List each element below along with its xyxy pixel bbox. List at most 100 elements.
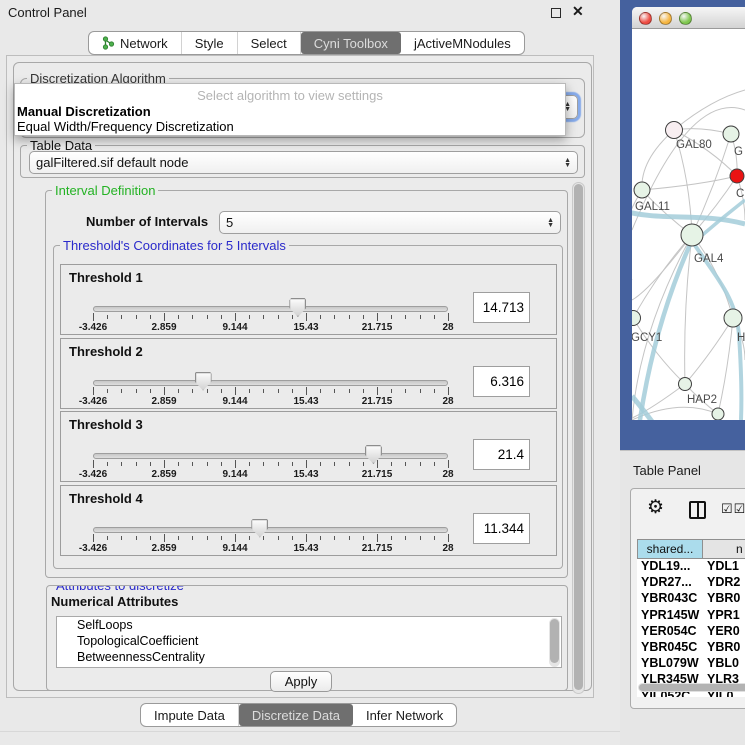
dropdown-option-equal-width[interactable]: Equal Width/Frequency Discretization [17, 119, 234, 134]
threshold-value-field[interactable]: 11.344 [473, 513, 530, 544]
slider-tick [249, 389, 250, 393]
table-data-combobox[interactable]: galFiltered.sif default node ▲▼ [29, 151, 578, 174]
threshold-label: Threshold 3 [69, 417, 143, 432]
cell-name: YBR0 [703, 591, 740, 607]
close-traffic-light[interactable] [639, 12, 652, 25]
tab-style[interactable]: Style [182, 32, 238, 54]
float-icon[interactable] [551, 8, 561, 18]
table-row[interactable]: YDR27...YDR2 [637, 575, 745, 591]
attributes-list-scrollbar[interactable] [549, 618, 560, 667]
attribute-list-item[interactable]: TopologicalCoefficient [57, 633, 561, 649]
tab-jactivemnodules[interactable]: jActiveMNodules [401, 32, 524, 54]
tab-label: Select [251, 36, 287, 51]
slider-tick [235, 534, 236, 542]
threshold-value-field[interactable]: 6.316 [473, 366, 530, 397]
threshold-3-panel: Threshold 3-3.4262.8599.14415.4321.71528… [60, 411, 557, 482]
network-canvas[interactable]: GAL80GCGAL11GAL4GCY1HHAP2 [632, 29, 745, 420]
tab-cyni-toolbox[interactable]: Cyni Toolbox [301, 32, 401, 54]
minimize-traffic-light[interactable] [659, 12, 672, 25]
threshold-value-field[interactable]: 14.713 [473, 292, 530, 323]
slider-tick [178, 315, 179, 319]
network-edge-thick[interactable] [632, 396, 672, 420]
slider-tick-label: 28 [442, 469, 453, 480]
slider-tick [93, 313, 94, 321]
slider-thumb[interactable] [365, 445, 382, 464]
network-edge[interactable] [674, 90, 745, 130]
node-attribute-table[interactable]: shared... n YDL19...YDL1YDR27...YDR2YBR0… [637, 539, 745, 697]
network-node-label: GCY1 [632, 332, 662, 344]
scrollbar-thumb[interactable] [639, 684, 745, 691]
slider-tick [164, 387, 165, 395]
tab-infer-network[interactable]: Infer Network [353, 704, 456, 726]
network-node[interactable] [712, 408, 724, 420]
slider-tick-label: -3.426 [79, 469, 107, 480]
slider-tick [349, 462, 350, 466]
slider-tick-label: 28 [442, 396, 453, 407]
table-row[interactable]: YBL079WYBL0 [637, 656, 745, 672]
network-window-titlebar[interactable] [632, 7, 745, 29]
slider-tick-label: 21.715 [362, 469, 393, 480]
network-node-c[interactable] [730, 169, 744, 183]
network-node-hap2[interactable] [679, 378, 692, 391]
slider-thumb[interactable] [251, 519, 268, 538]
attribute-list-item[interactable]: SelfLoops [57, 617, 561, 633]
slider-tick [377, 534, 378, 542]
table-row[interactable]: YPR145WYPR1 [637, 608, 745, 624]
tab-network[interactable]: Network [89, 32, 182, 54]
split-column-icon[interactable] [689, 501, 706, 519]
network-edge[interactable] [718, 318, 733, 414]
tab-impute-data[interactable]: Impute Data [141, 704, 239, 726]
slider-tick [164, 534, 165, 542]
close-icon[interactable]: ✕ [572, 3, 584, 20]
network-edge[interactable] [642, 130, 674, 190]
network-node-gal80[interactable] [666, 122, 683, 139]
table-horizontal-scrollbar[interactable] [638, 683, 745, 692]
slider-tick [363, 315, 364, 319]
zoom-traffic-light[interactable] [679, 12, 692, 25]
table-row[interactable]: YER054CYER0 [637, 624, 745, 640]
network-node-g[interactable] [723, 126, 739, 142]
column-header-shared-name[interactable]: shared... [637, 539, 703, 559]
attribute-list-item[interactable]: BetweennessCentrality [57, 649, 561, 665]
scrollbar-thumb[interactable] [574, 184, 583, 690]
cell-shared-name: YBL079W [637, 656, 703, 672]
apply-button[interactable]: Apply [270, 671, 332, 692]
main-vertical-scrollbar[interactable] [572, 182, 585, 694]
slider-tick [334, 389, 335, 393]
network-node-gcy1[interactable] [632, 311, 641, 326]
tab-discretize-data[interactable]: Discretize Data [239, 704, 353, 726]
slider-track[interactable] [93, 306, 448, 312]
slider-track[interactable] [93, 380, 448, 386]
slider-tick [150, 315, 151, 319]
tab-label: Infer Network [366, 708, 443, 723]
table-row[interactable]: YDL19...YDL1 [637, 559, 745, 575]
network-node-h[interactable] [724, 309, 742, 327]
numerical-attributes-list[interactable]: SelfLoopsTopologicalCoefficientBetweenne… [56, 616, 562, 668]
table-row[interactable]: YBR045CYBR0 [637, 640, 745, 656]
number-of-intervals-combobox[interactable]: 5 ▲▼ [219, 211, 561, 234]
slider-tick [405, 315, 406, 319]
threshold-value-field[interactable]: 21.4 [473, 439, 530, 470]
slider-tick [150, 536, 151, 540]
slider-track[interactable] [93, 527, 448, 533]
stepper-arrows-icon: ▲▼ [564, 158, 571, 168]
checked-box-icons[interactable]: ☑☑ [721, 501, 745, 517]
slider-track[interactable] [93, 453, 448, 459]
dropdown-option-manual[interactable]: Manual Discretization [17, 104, 151, 119]
threshold-1-panel: Threshold 1-3.4262.8599.14415.4321.71528… [60, 264, 557, 335]
gear-icon[interactable]: ⚙ [647, 496, 664, 519]
network-edge-thick[interactable] [636, 240, 692, 420]
slider-tick [278, 462, 279, 466]
scrollbar-thumb[interactable] [550, 619, 559, 663]
slider-thumb[interactable] [195, 372, 212, 391]
tab-select[interactable]: Select [238, 32, 301, 54]
network-node-gal4[interactable] [681, 224, 703, 246]
slider-tick [263, 389, 264, 393]
table-row[interactable]: YBR043CYBR0 [637, 591, 745, 607]
slider-tick [349, 315, 350, 319]
table-header-row: shared... n [637, 539, 745, 559]
network-node-gal11[interactable] [634, 182, 650, 198]
slider-tick-label: 15.43 [293, 322, 318, 333]
column-header-name[interactable]: n [703, 539, 745, 559]
network-edge[interactable] [633, 235, 692, 318]
